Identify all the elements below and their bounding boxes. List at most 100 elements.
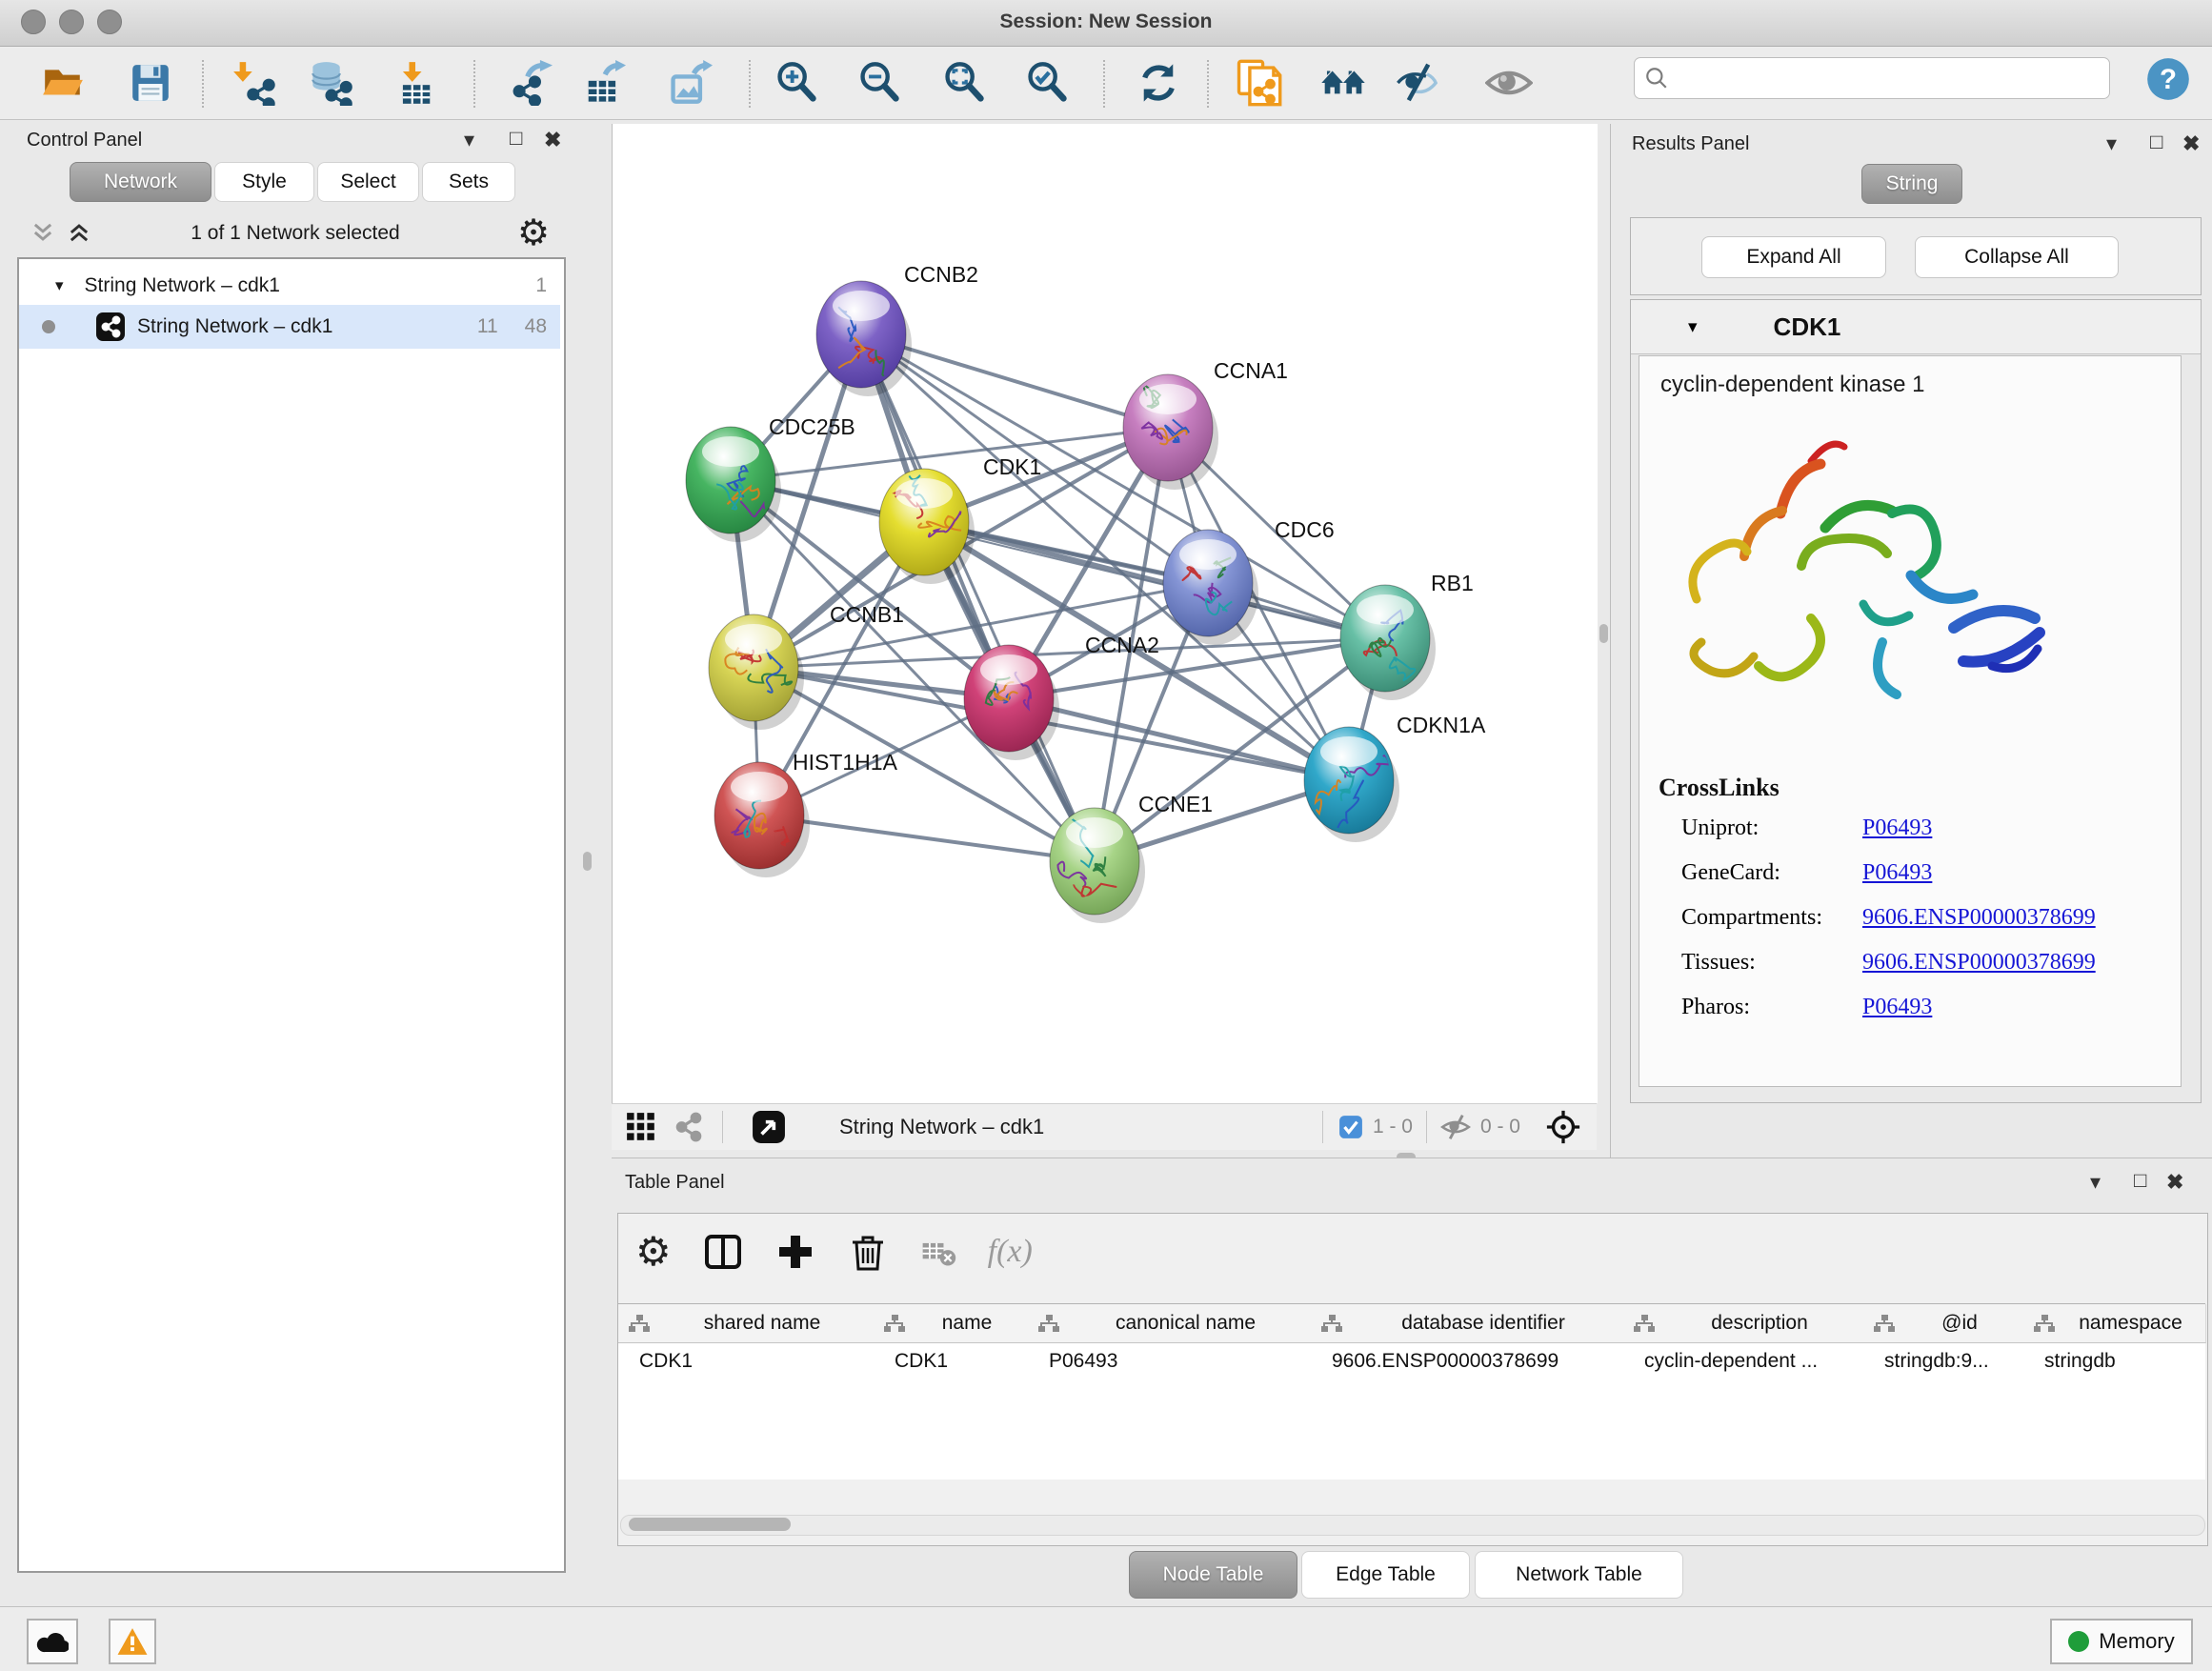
crosslink-value-link[interactable]: 9606.ENSP00000378699	[1862, 950, 2096, 976]
network-node-CCNA2[interactable]: CCNA2	[964, 633, 1159, 760]
zoom-out-button[interactable]	[853, 56, 906, 110]
tab-select[interactable]: Select	[317, 162, 419, 202]
zoom-fit-button[interactable]	[937, 56, 991, 110]
network-node-CDKN1A[interactable]: CDKN1A	[1304, 713, 1486, 842]
gene-header-row[interactable]: ▾ CDK1	[1631, 300, 2201, 354]
network-view-icon[interactable]	[673, 1111, 705, 1143]
column-header-database-identifier[interactable]: database identifier	[1311, 1304, 1624, 1343]
table-panel-collapse-icon[interactable]: ▾	[2090, 1170, 2102, 1195]
network-options-gear-icon[interactable]: ⚙	[517, 211, 550, 254]
left-splitter-handle[interactable]	[583, 852, 592, 871]
table-panel-float-icon[interactable]: □	[2134, 1168, 2148, 1193]
column-header-description[interactable]: description	[1623, 1304, 1864, 1343]
gene-expander-icon[interactable]: ▾	[1688, 316, 1698, 338]
first-neighbors-button[interactable]	[1317, 56, 1370, 110]
delete-column-icon[interactable]	[847, 1231, 889, 1273]
network-node-CDC25B[interactable]: CDC25B	[686, 414, 855, 542]
table-cell[interactable]: CDK1	[874, 1342, 1028, 1380]
memory-button[interactable]: Memory	[2050, 1619, 2193, 1664]
crosslink-value-link[interactable]: 9606.ENSP00000378699	[1862, 905, 2096, 931]
show-all-button[interactable]	[1482, 56, 1536, 110]
network-edges[interactable]	[731, 334, 1385, 861]
tab-string[interactable]: String	[1861, 164, 1962, 204]
expand-all-button[interactable]: Expand All	[1701, 236, 1886, 278]
column-header-namespace[interactable]: namespace	[2023, 1304, 2206, 1343]
network-canvas[interactable]: CCNB2CCNA1CDC25BCDK1CDC6RB1CCNB1CCNA2CDK…	[612, 124, 1598, 1103]
right-splitter-handle[interactable]	[1599, 624, 1608, 643]
column-header--id[interactable]: @id	[1863, 1304, 2024, 1343]
tab-sets[interactable]: Sets	[422, 162, 515, 202]
open-session-button[interactable]	[36, 56, 90, 110]
table-panel-close-icon[interactable]: ✖	[2166, 1170, 2185, 1195]
crosslink-row: Compartments:9606.ENSP00000378699	[1681, 905, 2158, 931]
network-collection-row[interactable]: ▾ String Network – cdk1 1	[19, 267, 560, 305]
table-cell[interactable]: CDK1	[618, 1342, 874, 1380]
table-hscrollbar[interactable]	[620, 1515, 2205, 1536]
export-table-button[interactable]	[576, 56, 630, 110]
clone-network-button[interactable]	[1232, 56, 1285, 110]
collapse-all-button[interactable]: Collapse All	[1915, 236, 2119, 278]
add-column-icon[interactable]	[774, 1231, 816, 1273]
table-cell[interactable]: stringdb	[2023, 1342, 2205, 1380]
network-node-CCNB2[interactable]: CCNB2	[816, 262, 978, 396]
cloud-status-button[interactable]	[27, 1619, 78, 1664]
tab-node-table[interactable]: Node Table	[1129, 1551, 1297, 1599]
fit-selected-crosshair-icon[interactable]	[1545, 1109, 1581, 1145]
delete-table-icon[interactable]	[919, 1233, 957, 1271]
search-input[interactable]	[1669, 67, 2073, 91]
tab-network-table[interactable]: Network Table	[1475, 1551, 1683, 1599]
table-cell[interactable]: P06493	[1028, 1342, 1311, 1380]
apply-layout-button[interactable]	[1132, 56, 1185, 110]
network-node-CCNE1[interactable]: CCNE1	[1050, 792, 1213, 923]
table-cell[interactable]: 9606.ENSP00000378699	[1311, 1342, 1623, 1380]
import-network-database-button[interactable]	[305, 56, 358, 110]
network-node-CDC6[interactable]: CDC6	[1163, 517, 1335, 645]
network-graph[interactable]: CCNB2CCNA1CDC25BCDK1CDC6RB1CCNB1CCNA2CDK…	[613, 124, 1598, 1103]
column-header-name[interactable]: name	[874, 1304, 1029, 1343]
control-panel-collapse-icon[interactable]: ▾	[464, 128, 476, 152]
network-node-HIST1H1A[interactable]: HIST1H1A	[714, 750, 898, 877]
zoom-in-button[interactable]	[770, 56, 823, 110]
network-node-CDK1[interactable]: CDK1	[879, 454, 1041, 584]
crosslink-row: Uniprot:P06493	[1681, 815, 2158, 841]
selected-checkbox-icon[interactable]	[1338, 1115, 1363, 1139]
table-gear-icon[interactable]: ⚙	[635, 1232, 672, 1272]
export-network-button[interactable]	[503, 56, 556, 110]
zoom-selected-button[interactable]	[1020, 56, 1074, 110]
table-cell[interactable]: cyclin-dependent ...	[1623, 1342, 1863, 1380]
table-hscrollbar-thumb[interactable]	[629, 1518, 791, 1531]
results-panel-collapse-icon[interactable]: ▾	[2106, 131, 2119, 156]
function-builder-icon[interactable]: f(x)	[988, 1234, 1033, 1270]
show-columns-icon[interactable]	[702, 1231, 744, 1273]
birds-eye-view-icon[interactable]	[752, 1110, 786, 1144]
column-header-canonical-name[interactable]: canonical name	[1028, 1304, 1312, 1343]
save-session-button[interactable]	[124, 56, 177, 110]
grid-view-icon[interactable]	[625, 1111, 657, 1143]
tab-style[interactable]: Style	[214, 162, 314, 202]
import-network-file-button[interactable]	[229, 56, 282, 110]
import-table-button[interactable]	[389, 56, 442, 110]
table-cell[interactable]: stringdb:9...	[1863, 1342, 2023, 1380]
network-node-RB1[interactable]: RB1	[1340, 571, 1474, 700]
crosslink-value-link[interactable]: P06493	[1862, 995, 1932, 1020]
warnings-button[interactable]	[109, 1619, 156, 1664]
results-panel-close-icon[interactable]: ✖	[2182, 131, 2202, 156]
help-button[interactable]: ?	[2145, 56, 2191, 107]
crosslink-value-link[interactable]: P06493	[1862, 860, 1932, 886]
tab-edge-table[interactable]: Edge Table	[1301, 1551, 1470, 1599]
network-row-selected[interactable]: String Network – cdk1 11 48	[19, 305, 560, 349]
expand-all-tree-icon[interactable]	[65, 219, 93, 251]
attribute-table[interactable]: shared namenamecanonical namedatabase id…	[618, 1303, 2205, 1480]
tab-network[interactable]: Network	[70, 162, 211, 202]
control-panel-float-icon[interactable]: □	[510, 126, 524, 151]
export-image-button[interactable]	[663, 56, 716, 110]
hidden-eye-slash-icon[interactable]	[1440, 1112, 1471, 1142]
results-panel-float-icon[interactable]: □	[2150, 130, 2164, 154]
collapse-all-tree-icon[interactable]	[29, 219, 57, 251]
control-panel-close-icon[interactable]: ✖	[544, 128, 563, 152]
crosslink-value-link[interactable]: P06493	[1862, 815, 1932, 841]
tree-expander-icon[interactable]: ▾	[55, 276, 64, 295]
hide-selected-button[interactable]	[1392, 56, 1445, 110]
column-header-shared-name[interactable]: shared name	[618, 1304, 875, 1343]
network-node-CCNA1[interactable]: CCNA1	[1123, 358, 1288, 490]
